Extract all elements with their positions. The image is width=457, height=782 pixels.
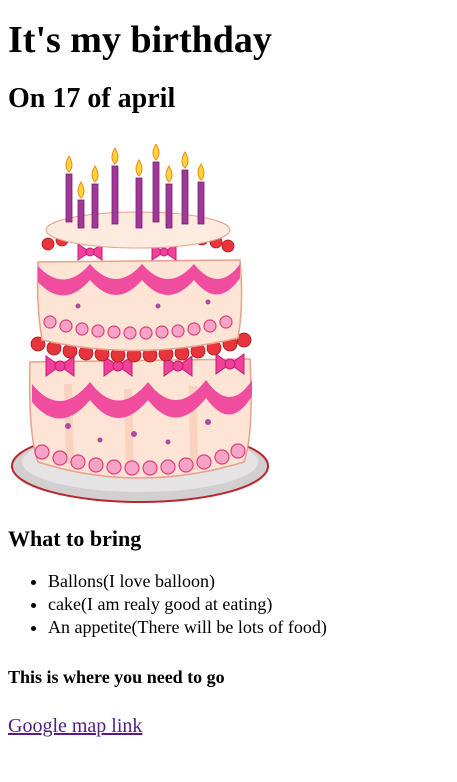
date-heading: On 17 of april [8,83,176,114]
page-title: It's my birthday [8,19,272,61]
bring-heading: What to bring [8,526,142,551]
birthday-cake-image [8,143,270,514]
list-item: cake(I am realy good at eating) [48,593,449,616]
list-item: An appetite(There will be lots of food) [48,616,449,639]
bring-list: Ballons(I love balloon) cake(I am realy … [8,570,449,639]
list-item: Ballons(I love balloon) [48,570,449,593]
google-map-link[interactable]: Google map link [8,714,142,738]
location-heading: This is where you need to go [8,667,225,687]
